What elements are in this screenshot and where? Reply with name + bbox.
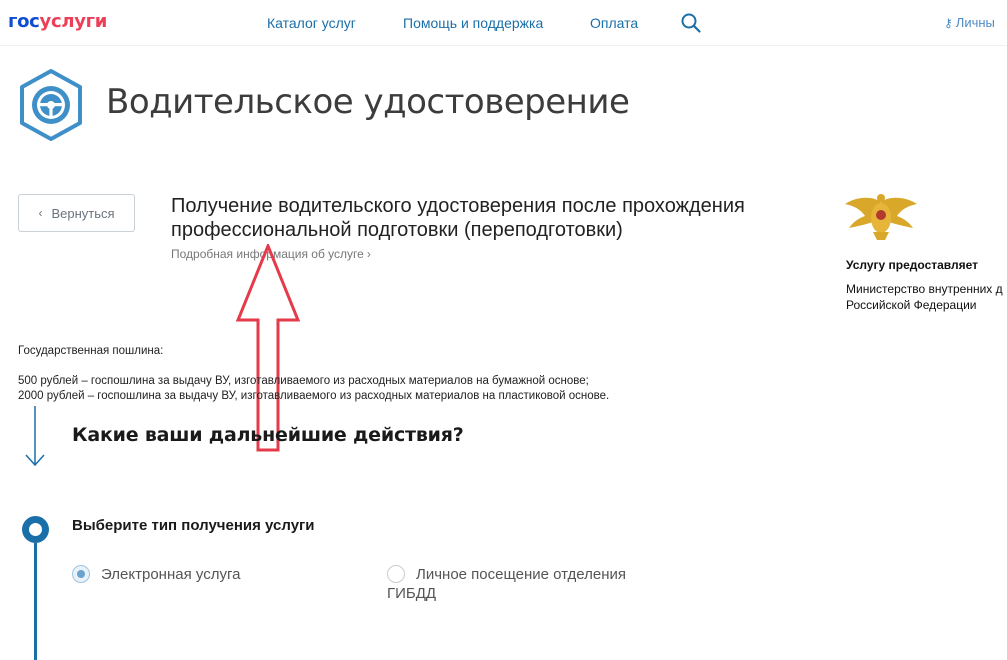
radio-label-electronic[interactable]: Электронная услуга xyxy=(101,565,240,584)
fee-title: Государственная пошлина: xyxy=(18,345,164,357)
gosuslugi-logo[interactable]: госуслуги xyxy=(8,11,107,32)
step-indicator xyxy=(22,516,49,543)
back-button-label: Вернуться xyxy=(51,205,115,221)
step-timeline xyxy=(34,543,37,660)
chevron-right-icon: › xyxy=(366,247,371,261)
logo-part-gos: гос xyxy=(8,11,40,32)
mvd-emblem-icon xyxy=(845,194,917,240)
logo-part-uslugi: услуги xyxy=(39,11,108,32)
chevron-left-icon: ‹ xyxy=(38,206,43,220)
provider-name-line2: Российской Федерации xyxy=(846,298,977,312)
radio-label-personal-visit[interactable]: Личное посещение отделения ГИБДД xyxy=(387,565,647,603)
steering-wheel-icon xyxy=(20,69,82,141)
nav-help-link[interactable]: Помощь и поддержка xyxy=(403,15,543,31)
provider-name[interactable]: Министерство внутренних д Российской Фед… xyxy=(846,281,1007,313)
top-header: госуслуги Каталог услуг Помощь и поддерж… xyxy=(0,0,1007,46)
radio-electronic-service[interactable] xyxy=(72,565,90,583)
provider-label: Услугу предоставляет xyxy=(846,258,979,272)
arrow-down-icon xyxy=(25,406,45,467)
search-icon[interactable] xyxy=(680,12,702,34)
login-link[interactable]: ⚷ Личны xyxy=(944,15,995,30)
fee-line-paper: 500 рублей – госпошлина за выдачу ВУ, из… xyxy=(18,375,589,387)
annotation-arrow-up-icon xyxy=(236,244,300,452)
next-steps-title: Какие ваши дальнейшие действия? xyxy=(72,424,464,446)
step-title: Выберите тип получения услуги xyxy=(72,517,315,534)
nav-payment-link[interactable]: Оплата xyxy=(590,15,638,31)
service-title: Получение водительского удостоверения по… xyxy=(171,195,745,241)
key-icon: ⚷ xyxy=(944,16,953,30)
back-button[interactable]: ‹ Вернуться xyxy=(18,194,135,232)
fee-line-plastic: 2000 рублей – госпошлина за выдачу ВУ, и… xyxy=(18,390,610,402)
page-title: Водительское удостоверение xyxy=(106,82,630,122)
provider-name-line1: Министерство внутренних д xyxy=(846,282,1003,296)
nav-catalog-link[interactable]: Каталог услуг xyxy=(267,15,356,31)
login-label: Личны xyxy=(955,15,995,30)
